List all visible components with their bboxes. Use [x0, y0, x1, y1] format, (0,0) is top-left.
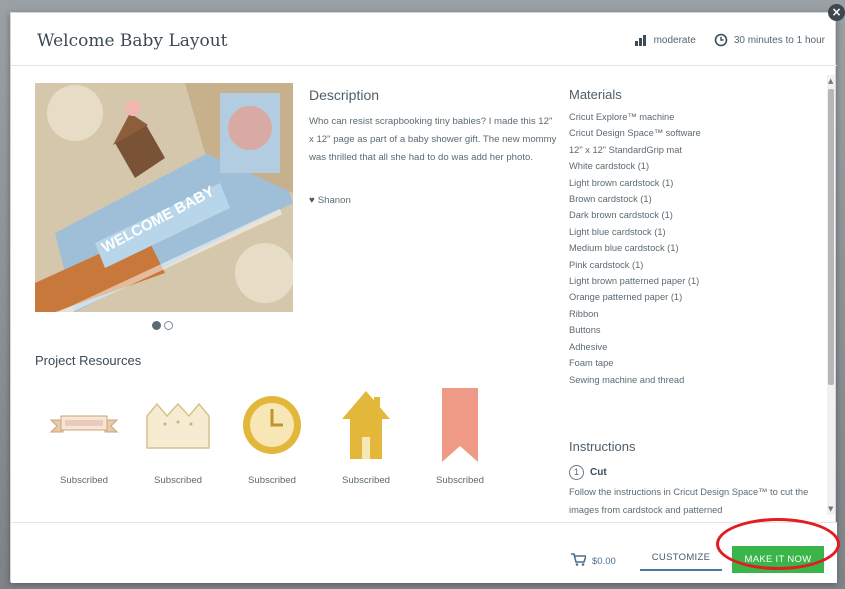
resource-card[interactable]: Subscribed: [131, 379, 225, 503]
carousel-dot-1[interactable]: [152, 321, 161, 330]
material-item: Ribbon: [569, 308, 599, 319]
clock-icon: [229, 379, 315, 471]
instructions-heading: Instructions: [569, 439, 636, 454]
step-text: Follow the instructions in Cricut Design…: [569, 487, 809, 515]
scroll-down-icon[interactable]: ▼: [828, 505, 833, 513]
page-title: Welcome Baby Layout: [37, 31, 228, 51]
description-text: Who can resist scrapbooking tiny babies?…: [309, 116, 557, 163]
carousel-dot-2[interactable]: [164, 321, 173, 330]
material-item: Adhesive: [569, 341, 608, 352]
close-icon[interactable]: ×: [828, 4, 845, 21]
scrollbar[interactable]: ▲ ▼: [827, 75, 835, 515]
material-item: Light blue cardstock (1): [569, 226, 666, 237]
material-item: 12" x 12" StandardGrip mat: [569, 144, 683, 155]
instruction-step: 1 Cut: [569, 465, 607, 480]
dialog-footer: $0.00 CUSTOMIZE MAKE IT NOW: [11, 522, 837, 583]
resource-card[interactable]: Subscribed: [319, 379, 413, 503]
material-item: White cardstock (1): [569, 161, 650, 172]
ribbon-banner-icon: [41, 379, 127, 471]
resource-status: Subscribed: [248, 475, 296, 486]
description-heading: Description: [309, 87, 380, 103]
resource-card[interactable]: Subscribed: [225, 379, 319, 503]
crown-tag-icon: [135, 379, 221, 471]
material-item: Light brown cardstock (1): [569, 177, 674, 188]
materials-heading: Materials: [569, 87, 622, 102]
resource-status: Subscribed: [342, 475, 390, 486]
cart-icon: [571, 553, 588, 569]
step-name: Cut: [590, 467, 607, 478]
resource-status: Subscribed: [436, 475, 484, 486]
scroll-thumb[interactable]: [828, 89, 834, 385]
resources-list: Subscribed Subscribed Subscribed Subscri…: [37, 379, 507, 503]
make-it-now-button[interactable]: MAKE IT NOW: [732, 546, 824, 573]
carousel-dots: [152, 321, 173, 330]
material-item: Light brown patterned paper (1): [569, 276, 700, 287]
resource-card[interactable]: Subscribed: [413, 379, 507, 503]
dialog-content: WELCOME BABY Description Who can resist …: [11, 67, 837, 522]
project-meta: moderate 30 minutes to 1 hour: [634, 33, 825, 47]
materials-panel[interactable]: Materials Cricut Explore™ machine Cricut…: [569, 67, 821, 522]
house-icon: [323, 379, 409, 471]
difficulty-icon: [634, 33, 648, 47]
material-item: Cricut Design Space™ software: [569, 128, 701, 139]
resource-status: Subscribed: [60, 475, 108, 486]
author-link[interactable]: ♥ Shanon: [309, 195, 351, 206]
author-name: Shanon: [317, 195, 351, 206]
material-item: Foam tape: [569, 358, 614, 369]
materials-list: Cricut Explore™ machine Cricut Design Sp…: [569, 109, 701, 388]
pennant-banner-icon: [417, 379, 503, 471]
heart-icon: ♥: [309, 195, 315, 206]
project-dialog: Welcome Baby Layout moderate 30 minutes …: [10, 12, 837, 583]
material-item: Medium blue cardstock (1): [569, 243, 679, 254]
material-item: Pink cardstock (1): [569, 259, 644, 270]
resource-card[interactable]: Subscribed: [37, 379, 131, 503]
price-display: $0.00: [571, 553, 616, 569]
resource-status: Subscribed: [154, 475, 202, 486]
difficulty-label: moderate: [653, 34, 696, 46]
price-label: $0.00: [592, 555, 616, 567]
material-item: Brown cardstock (1): [569, 194, 652, 205]
clock-icon: [714, 33, 728, 47]
material-item: Dark brown cardstock (1): [569, 210, 673, 221]
material-item: Orange patterned paper (1): [569, 292, 683, 303]
material-item: Sewing machine and thread: [569, 374, 685, 385]
customize-button[interactable]: CUSTOMIZE: [640, 545, 722, 571]
material-item: Buttons: [569, 325, 601, 336]
project-photo[interactable]: WELCOME BABY: [35, 83, 293, 312]
step-number: 1: [569, 465, 584, 480]
duration-label: 30 minutes to 1 hour: [733, 34, 825, 46]
scroll-up-icon[interactable]: ▲: [828, 77, 833, 85]
material-item: Cricut Explore™ machine: [569, 112, 675, 122]
resources-heading: Project Resources: [35, 353, 142, 368]
dialog-header: Welcome Baby Layout moderate 30 minutes …: [11, 13, 837, 66]
